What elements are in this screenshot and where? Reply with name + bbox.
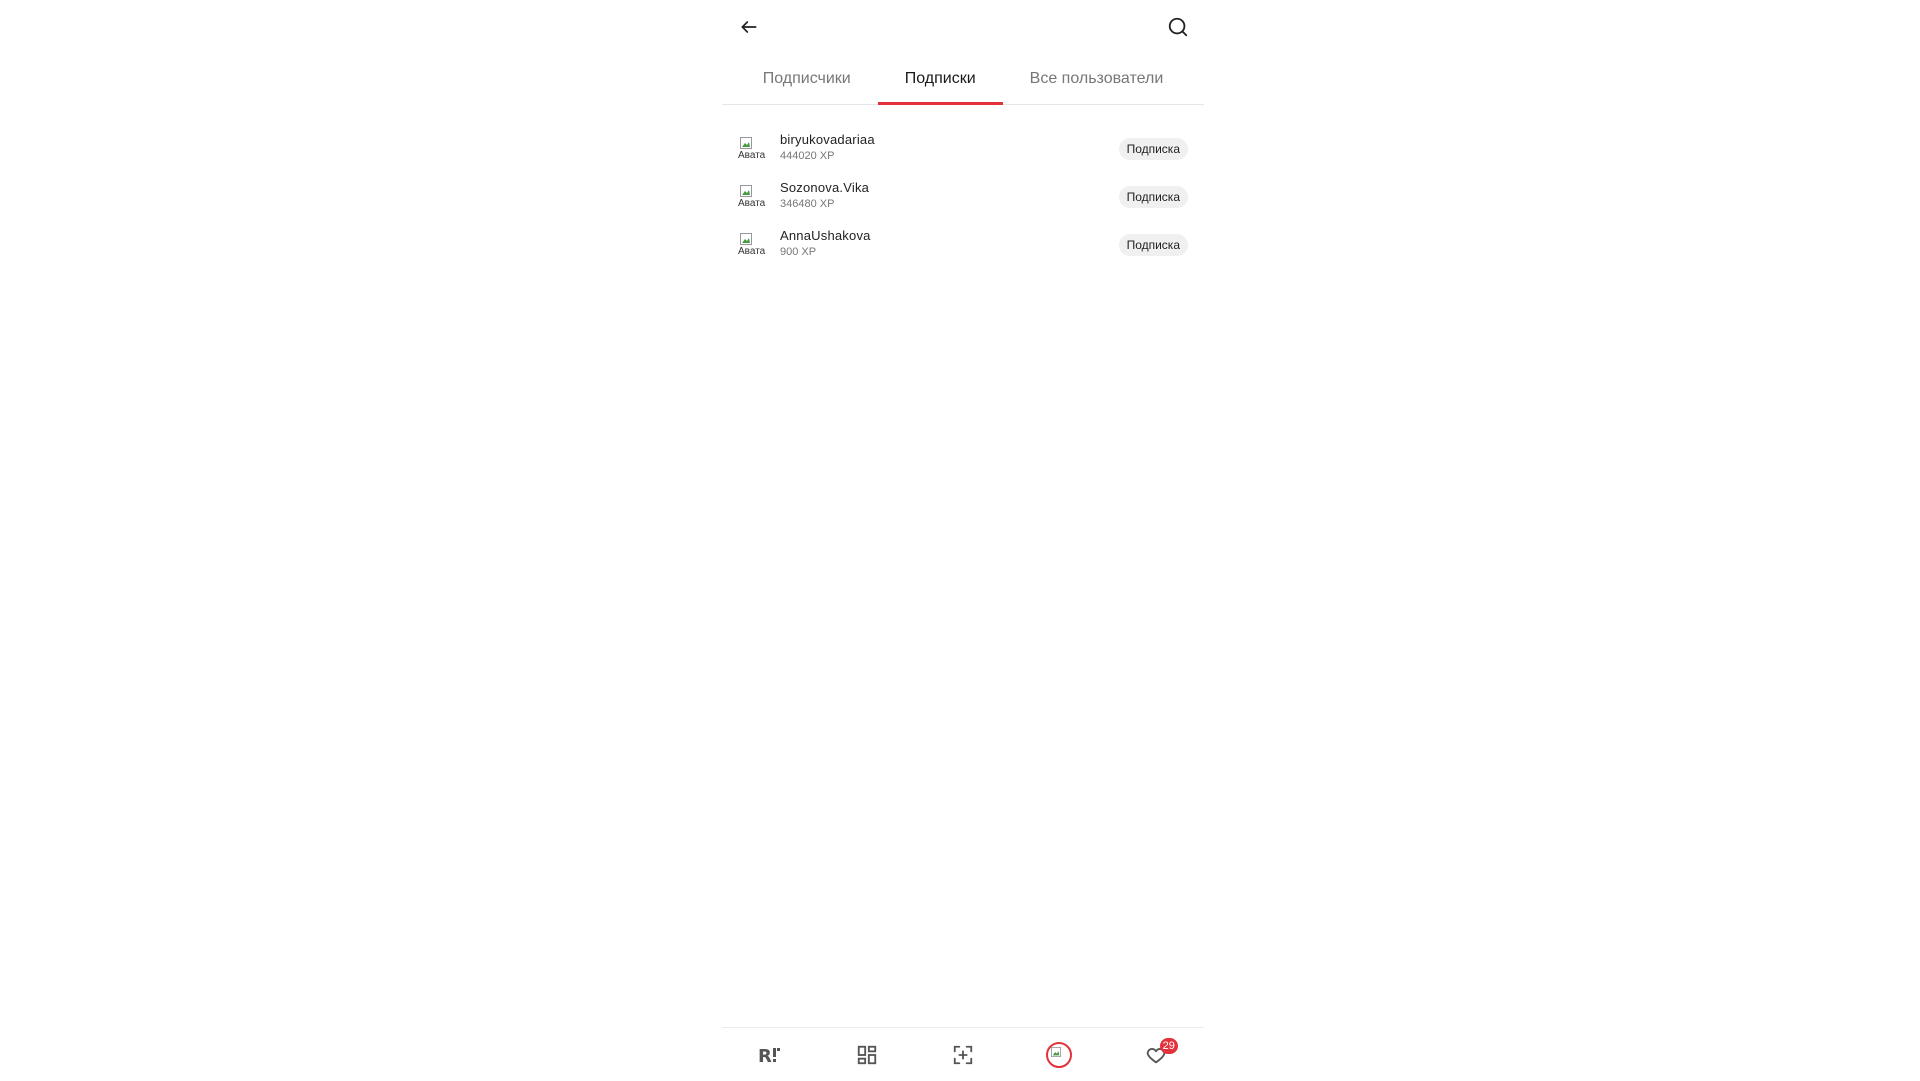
avatar[interactable]: Авата [738,231,768,261]
broken-image-icon [740,137,752,149]
user-xp: 444020 XP [780,150,835,162]
arrow-left-icon [741,21,757,33]
nav-favorites[interactable]: 29 [1108,1028,1204,1081]
list-item[interactable]: Авата AnnaUshakova 900 XP Подписка [722,226,1204,274]
avatar-alt-text: Авата [738,246,766,257]
tab-all-users[interactable]: Все пользователи [1003,58,1191,104]
back-button[interactable] [734,12,764,42]
tab-followers[interactable]: Подписчики [736,58,878,104]
grid-icon [857,1045,876,1064]
broken-image-icon [1051,1046,1062,1057]
nav-scan[interactable] [915,1028,1011,1081]
avatar[interactable]: Авата [738,135,768,165]
subscription-button[interactable]: Подписка [1118,186,1188,208]
avatar[interactable]: Авата [738,183,768,213]
list-item[interactable]: Авата Sozonova.Vika 346480 XP Подписка [722,178,1204,226]
avatar-alt-text: Авата [738,150,766,161]
nav-home[interactable]: R [722,1028,818,1081]
nav-profile[interactable] [1011,1028,1107,1081]
tab-following[interactable]: Подписки [877,58,1003,105]
brand-logo-icon: R [758,1046,781,1065]
app-screen: Подписчики Подписки Все пользователи Ава… [722,0,1204,1080]
subscription-button[interactable]: Подписка [1118,138,1188,160]
user-xp: 900 XP [780,246,817,258]
user-xp: 346480 XP [780,198,835,210]
bottom-nav: R 29 [722,1027,1204,1081]
user-meta: biryukovadariaa 444020 XP [780,132,875,162]
tab-bar: Подписчики Подписки Все пользователи [722,58,1204,105]
broken-image-icon [740,233,752,245]
top-bar [722,0,1204,54]
nav-catalog[interactable] [818,1028,914,1081]
username[interactable]: biryukovadariaa [780,132,875,147]
username[interactable]: Sozonova.Vika [780,180,869,195]
user-meta: AnnaUshakova 900 XP [780,228,871,258]
subscription-button[interactable]: Подписка [1118,234,1188,256]
favorites-count-badge: 29 [1159,1038,1178,1054]
user-list: Авата biryukovadariaa 444020 XP Подписка… [722,130,1204,274]
list-item[interactable]: Авата biryukovadariaa 444020 XP Подписка [722,130,1204,178]
avatar-alt-text: Авата [738,198,766,209]
scan-plus-icon [953,1045,973,1064]
broken-image-icon [740,185,752,197]
avatar-icon [1046,1041,1073,1068]
search-button[interactable] [1163,12,1193,42]
username[interactable]: AnnaUshakova [780,228,871,243]
svg-text:R: R [758,1046,772,1065]
search-icon [1168,17,1188,37]
user-meta: Sozonova.Vika 346480 XP [780,180,869,210]
